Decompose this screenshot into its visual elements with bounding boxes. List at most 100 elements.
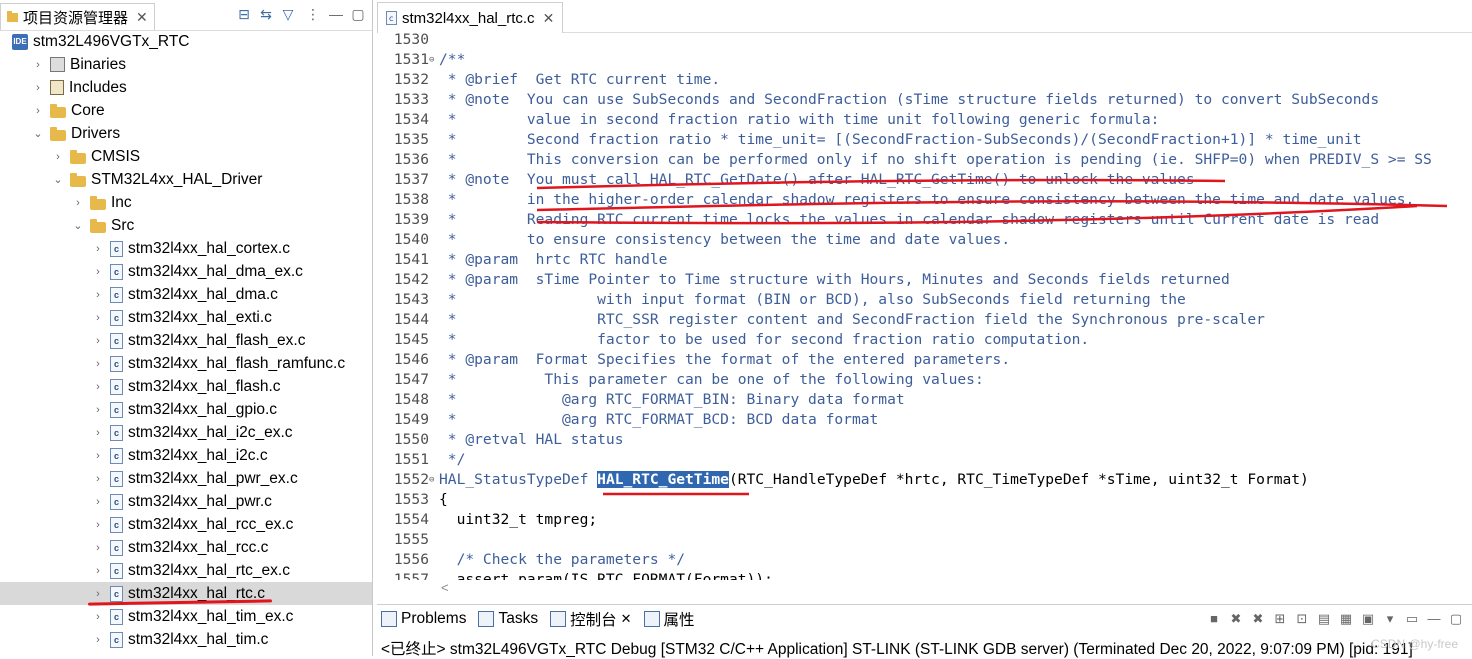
code-line[interactable]: 1549 * @arg RTC_FORMAT_BCD: BCD data for…: [377, 410, 1472, 430]
chevron-right-icon[interactable]: ›: [92, 473, 104, 485]
chevron-right-icon[interactable]: ›: [92, 519, 104, 531]
folder-tree-item[interactable]: ⌄IDEstm32L496VGTx_RTC: [0, 30, 372, 53]
file-tree-item[interactable]: › c stm32l4xx_hal_rcc.c: [0, 536, 372, 559]
code-line[interactable]: 1546 * @param Format Specifies the forma…: [377, 350, 1472, 370]
code-line[interactable]: 1550 * @retval HAL status: [377, 430, 1472, 450]
code-line[interactable]: 1551 */: [377, 450, 1472, 470]
clear-console-icon[interactable]: ▤: [1316, 611, 1332, 627]
close-icon[interactable]: ✕: [621, 611, 632, 627]
maximize-icon[interactable]: ▢: [1448, 611, 1464, 627]
chevron-right-icon[interactable]: ›: [92, 335, 104, 347]
file-tree-item[interactable]: › c stm32l4xx_hal_i2c.c: [0, 444, 372, 467]
close-icon[interactable]: ✕: [543, 10, 555, 27]
code-line[interactable]: 1537 * @note You must call HAL_RTC_GetDa…: [377, 170, 1472, 190]
tab-project-explorer[interactable]: 项目资源管理器 ✕: [0, 3, 155, 30]
folder-tree-item[interactable]: ⌄ STM32L4xx_HAL_Driver: [0, 168, 372, 191]
file-tree-item[interactable]: › c stm32l4xx_hal_pwr.c: [0, 490, 372, 513]
chevron-right-icon[interactable]: ›: [32, 82, 44, 94]
code-line[interactable]: 1542 * @param sTime Pointer to Time stru…: [377, 270, 1472, 290]
minimize-icon[interactable]: —: [1426, 611, 1442, 627]
file-tree-item[interactable]: › c stm32l4xx_hal_gpio.c: [0, 398, 372, 421]
folder-tree-item[interactable]: › CMSIS: [0, 145, 372, 168]
folder-tree-item[interactable]: › Inc: [0, 191, 372, 214]
chevron-down-icon[interactable]: ⌄: [52, 173, 64, 186]
chevron-right-icon[interactable]: ›: [92, 611, 104, 623]
code-area[interactable]: 1530 1531 ⊖/** 1532 * @brief Get RTC curren…: [377, 30, 1472, 590]
view-menu-icon[interactable]: ⋮: [305, 6, 321, 22]
console-tab[interactable]: Tasks: [478, 610, 538, 628]
code-line[interactable]: 1553 {: [377, 490, 1472, 510]
chevron-right-icon[interactable]: ›: [92, 381, 104, 393]
pin-console-icon[interactable]: ▦: [1338, 611, 1354, 627]
code-line[interactable]: 1543 * with input format (BIN or BCD), a…: [377, 290, 1472, 310]
file-tree-item[interactable]: › c stm32l4xx_hal_dma_ex.c: [0, 260, 372, 283]
file-tree-item[interactable]: › c stm32l4xx_hal_cortex.c: [0, 237, 372, 260]
chevron-right-icon[interactable]: ›: [92, 427, 104, 439]
code-line[interactable]: 1531 ⊖/**: [377, 50, 1472, 70]
folder-tree-item[interactable]: › Includes: [0, 76, 372, 99]
code-line[interactable]: 1533 * @note You can use SubSeconds and …: [377, 90, 1472, 110]
filter-icon[interactable]: ▽: [280, 6, 296, 22]
maximize-icon[interactable]: ▢: [350, 6, 366, 22]
chevron-down-icon[interactable]: ⌄: [72, 219, 84, 232]
code-line[interactable]: 1556 /* Check the parameters */: [377, 550, 1472, 570]
collapse-all-icon[interactable]: ⊟: [236, 6, 252, 22]
code-line[interactable]: 1552 ⊖ HAL_StatusTypeDef HAL_RTC_GetTime(R…: [377, 470, 1472, 490]
code-line[interactable]: 1538 * in the higher-order calendar shad…: [377, 190, 1472, 210]
open-console-icon[interactable]: ▾: [1382, 611, 1398, 627]
remove-all-icon[interactable]: ✖: [1250, 611, 1266, 627]
folder-tree-item[interactable]: › Core: [0, 99, 372, 122]
minimize-icon[interactable]: —: [328, 6, 344, 22]
new-console-icon[interactable]: ▭: [1404, 611, 1420, 627]
file-tree-item[interactable]: › c stm32l4xx_hal_flash.c: [0, 375, 372, 398]
chevron-right-icon[interactable]: ›: [92, 243, 104, 255]
file-tree-item[interactable]: › c stm32l4xx_hal_tim_ex.c: [0, 605, 372, 628]
code-line[interactable]: 1540 * to ensure consistency between the…: [377, 230, 1472, 250]
fold-icon[interactable]: ⊖: [429, 470, 437, 490]
file-tree-item[interactable]: › c stm32l4xx_hal_tim.c: [0, 628, 372, 651]
file-tree-item[interactable]: › c stm32l4xx_hal_rtc_ex.c: [0, 559, 372, 582]
tab-editor-file[interactable]: c stm32l4xx_hal_rtc.c ✕: [377, 2, 564, 33]
code-line[interactable]: 1555: [377, 530, 1472, 550]
code-line[interactable]: 1530: [377, 30, 1472, 50]
chevron-right-icon[interactable]: ›: [92, 496, 104, 508]
file-tree-item[interactable]: › c stm32l4xx_hal_pwr_ex.c: [0, 467, 372, 490]
display-console-icon[interactable]: ▣: [1360, 611, 1376, 627]
file-tree-item[interactable]: › c stm32l4xx_hal_exti.c: [0, 306, 372, 329]
code-line[interactable]: 1544 * RTC_SSR register content and Seco…: [377, 310, 1472, 330]
chevron-right-icon[interactable]: ›: [92, 266, 104, 278]
chevron-right-icon[interactable]: ›: [92, 542, 104, 554]
remove-launch-icon[interactable]: ✖: [1228, 611, 1244, 627]
chevron-right-icon[interactable]: ›: [32, 105, 44, 117]
code-line[interactable]: 1536 * This conversion can be performed …: [377, 150, 1472, 170]
code-line[interactable]: 1548 * @arg RTC_FORMAT_BIN: Binary data …: [377, 390, 1472, 410]
chevron-right-icon[interactable]: ›: [52, 151, 64, 163]
code-line[interactable]: 1534 * value in second fraction ratio wi…: [377, 110, 1472, 130]
code-line[interactable]: 1554 uint32_t tmpreg;: [377, 510, 1472, 530]
chevron-right-icon[interactable]: ›: [92, 588, 104, 600]
selected-function-name[interactable]: HAL_RTC_GetTime: [597, 471, 729, 488]
chevron-right-icon[interactable]: ›: [92, 358, 104, 370]
folder-tree-item[interactable]: ⌄ Drivers: [0, 122, 372, 145]
chevron-down-icon[interactable]: ⌄: [32, 127, 44, 140]
word-wrap-icon[interactable]: ⊡: [1294, 611, 1310, 627]
chevron-right-icon[interactable]: ›: [92, 634, 104, 646]
console-tab[interactable]: 属性: [643, 608, 695, 630]
chevron-right-icon[interactable]: ›: [92, 404, 104, 416]
scroll-lock-icon[interactable]: ⊞: [1272, 611, 1288, 627]
file-tree-item[interactable]: › c stm32l4xx_hal_flash_ramfunc.c: [0, 352, 372, 375]
scroll-left-icon[interactable]: <: [441, 580, 449, 595]
code-line[interactable]: 1539 * Reading RTC current time locks th…: [377, 210, 1472, 230]
console-tab[interactable]: Problems: [381, 610, 466, 628]
code-line[interactable]: 1532 * @brief Get RTC current time.: [377, 70, 1472, 90]
folder-tree-item[interactable]: ⌄ Src: [0, 214, 372, 237]
file-tree-item[interactable]: › c stm32l4xx_hal_i2c_ex.c: [0, 421, 372, 444]
fold-icon[interactable]: ⊖: [429, 50, 437, 70]
link-with-editor-icon[interactable]: ⇆: [258, 6, 274, 22]
file-tree-item[interactable]: › c stm32l4xx_hal_rcc_ex.c: [0, 513, 372, 536]
code-line[interactable]: 1535 * Second fraction ratio * time_unit…: [377, 130, 1472, 150]
file-tree-item[interactable]: › c stm32l4xx_hal_flash_ex.c: [0, 329, 372, 352]
chevron-right-icon[interactable]: ›: [32, 59, 44, 71]
chevron-right-icon[interactable]: ›: [92, 289, 104, 301]
close-icon[interactable]: ✕: [136, 9, 148, 26]
